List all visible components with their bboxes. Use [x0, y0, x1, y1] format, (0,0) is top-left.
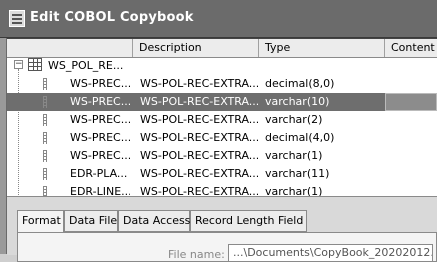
- field-icon: [43, 150, 47, 162]
- tab-format[interactable]: Format: [17, 210, 64, 233]
- row-type: varchar(2): [265, 113, 323, 126]
- column-header-name[interactable]: [7, 39, 133, 57]
- table-row[interactable]: WS-PREC... WS-POL-REC-EXTRA... varchar(2…: [7, 111, 437, 129]
- tab-data-file[interactable]: Data File: [64, 210, 118, 232]
- table-row[interactable]: EDR-PLA... WS-POL-REC-EXTRA... varchar(1…: [7, 165, 437, 183]
- table-row-selected[interactable]: WS-PREC... WS-POL-REC-EXTRA... varchar(1…: [7, 93, 437, 111]
- row-description: WS-POL-REC-EXTRA...: [140, 149, 258, 162]
- row-description: WS-POL-REC-EXTRA...: [140, 95, 258, 108]
- tree-root-row[interactable]: WS_POL_RE...: [7, 57, 437, 75]
- row-name: EDR-PLA...: [70, 167, 128, 180]
- row-description: WS-POL-REC-EXTRA...: [140, 77, 258, 90]
- field-icon: [43, 78, 47, 90]
- file-name-input[interactable]: ...\Documents\CopyBook_20202012.TXT: [228, 244, 433, 262]
- tab-data-access[interactable]: Data Access: [118, 210, 190, 232]
- table-row[interactable]: WS-PREC... WS-POL-REC-EXTRA... decimal(8…: [7, 75, 437, 93]
- row-type: varchar(11): [265, 167, 330, 180]
- row-content-type-field[interactable]: [385, 93, 437, 111]
- column-header-content-type[interactable]: Content T: [385, 39, 437, 57]
- row-description: WS-POL-REC-EXTRA...: [140, 131, 258, 144]
- table-row[interactable]: WS-PREC... WS-POL-REC-EXTRA... varchar(1…: [7, 147, 437, 165]
- column-header-description[interactable]: Description: [133, 39, 259, 57]
- tab-record-length-field[interactable]: Record Length Field: [190, 210, 307, 232]
- row-type: decimal(8,0): [265, 77, 335, 90]
- tree-root-label: WS_POL_RE...: [48, 59, 124, 72]
- row-name: WS-PREC...: [70, 131, 130, 144]
- window-titlebar[interactable]: Edit COBOL Copybook: [0, 0, 437, 38]
- field-icon: [43, 132, 47, 144]
- row-name: WS-PREC...: [70, 113, 130, 126]
- row-description: WS-POL-REC-EXTRA...: [140, 185, 258, 197]
- table-row[interactable]: WS-PREC... WS-POL-REC-EXTRA... decimal(4…: [7, 129, 437, 147]
- table-row[interactable]: EDR-LINE... WS-POL-REC-EXTRA... varchar(…: [7, 183, 437, 197]
- column-header-type[interactable]: Type: [259, 39, 385, 57]
- row-name: EDR-LINE...: [70, 185, 130, 197]
- copybook-tree-grid[interactable]: Description Type Content T − WS_POL_RE..…: [7, 38, 437, 197]
- row-description: WS-POL-REC-EXTRA...: [140, 167, 258, 180]
- row-name: WS-PREC...: [70, 77, 130, 90]
- window-title: Edit COBOL Copybook: [30, 10, 194, 25]
- row-type: decimal(4,0): [265, 131, 335, 144]
- file-name-label: File name:: [168, 248, 225, 261]
- grid-header: Description Type Content T: [7, 39, 437, 58]
- row-name: WS-PREC...: [70, 149, 130, 162]
- field-icon: [43, 168, 47, 180]
- row-description: WS-POL-REC-EXTRA...: [140, 113, 258, 126]
- row-type: varchar(10): [265, 95, 330, 108]
- properties-panel: Format Data File Data Access Record Leng…: [7, 196, 437, 262]
- format-tab-panel: File name: ...\Documents\CopyBook_202020…: [17, 232, 437, 262]
- row-type: varchar(1): [265, 185, 323, 197]
- window-left-edge: [0, 38, 7, 254]
- copybook-icon: [9, 10, 25, 27]
- field-icon: [43, 96, 47, 108]
- row-type: varchar(1): [265, 149, 323, 162]
- field-icon: [43, 114, 47, 126]
- row-name: WS-PREC...: [70, 95, 130, 108]
